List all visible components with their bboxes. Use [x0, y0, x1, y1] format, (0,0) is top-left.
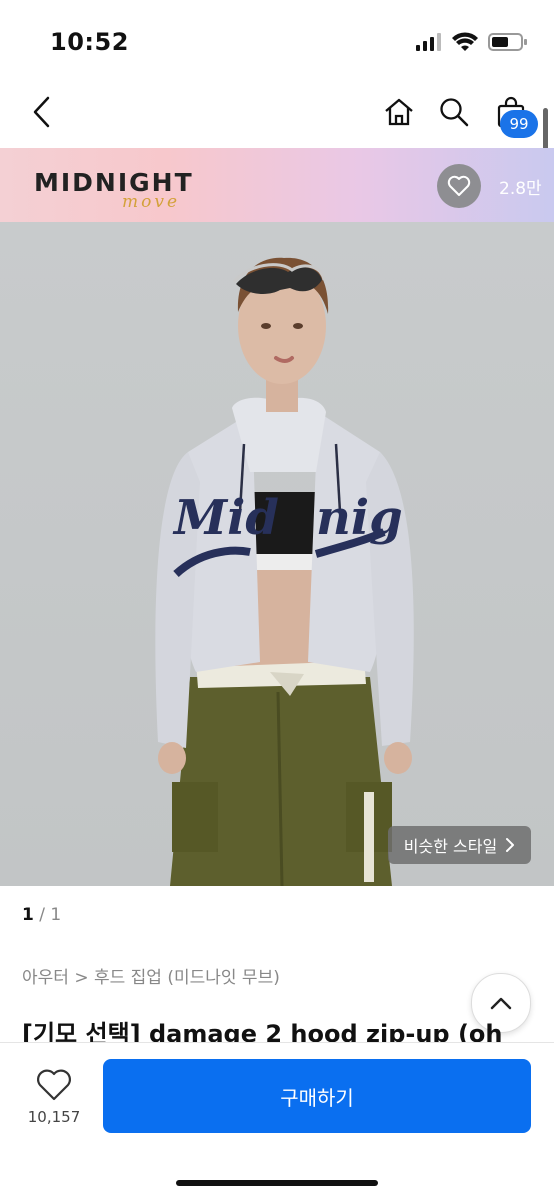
jacket-graphic-left: Mid: [172, 490, 279, 546]
buy-button[interactable]: 구매하기: [103, 1059, 531, 1133]
signal-icon: [416, 33, 441, 51]
wifi-icon: [452, 32, 478, 51]
product-like-count: 10,157: [27, 1108, 81, 1126]
brand-logo-sub: move: [122, 192, 181, 212]
back-button[interactable]: [20, 90, 64, 134]
product-image[interactable]: Mid nig: [0, 222, 554, 886]
pagination-current: 1: [22, 905, 34, 925]
home-button[interactable]: [377, 90, 421, 134]
heart-outline-icon: [37, 1069, 71, 1101]
home-indicator: [176, 1180, 378, 1186]
nav-bar: [0, 80, 554, 148]
pagination-separator: /: [33, 905, 51, 925]
similar-style-button[interactable]: 비슷한 스타일: [388, 826, 531, 864]
brand-like-button[interactable]: [437, 164, 481, 208]
status-icons: [416, 32, 528, 52]
chevron-up-icon: [490, 997, 512, 1010]
cart-badge: 99: [500, 110, 538, 138]
heart-icon: [447, 175, 471, 196]
pagination-total: 1: [50, 905, 62, 925]
breadcrumb[interactable]: 아우터 > 후드 집업 (미드나잇 무브): [22, 963, 280, 988]
similar-style-label: 비슷한 스타일: [403, 837, 498, 856]
search-button[interactable]: [432, 90, 476, 134]
image-pagination: 1 / 1: [22, 905, 61, 925]
status-bar: 10:52: [0, 0, 554, 80]
product-title: [기모 선택] damage 2 hood zip-up (oh: [22, 1020, 503, 1042]
home-icon: [385, 98, 413, 126]
search-icon: [440, 98, 469, 127]
chevron-left-icon: [33, 96, 50, 128]
product-photo: Mid nig: [155, 257, 414, 886]
chevron-right-icon: [506, 838, 515, 852]
status-time: 10:52: [50, 28, 129, 56]
brand-like-count: 2.8만: [499, 179, 542, 199]
battery-icon: [488, 33, 527, 51]
